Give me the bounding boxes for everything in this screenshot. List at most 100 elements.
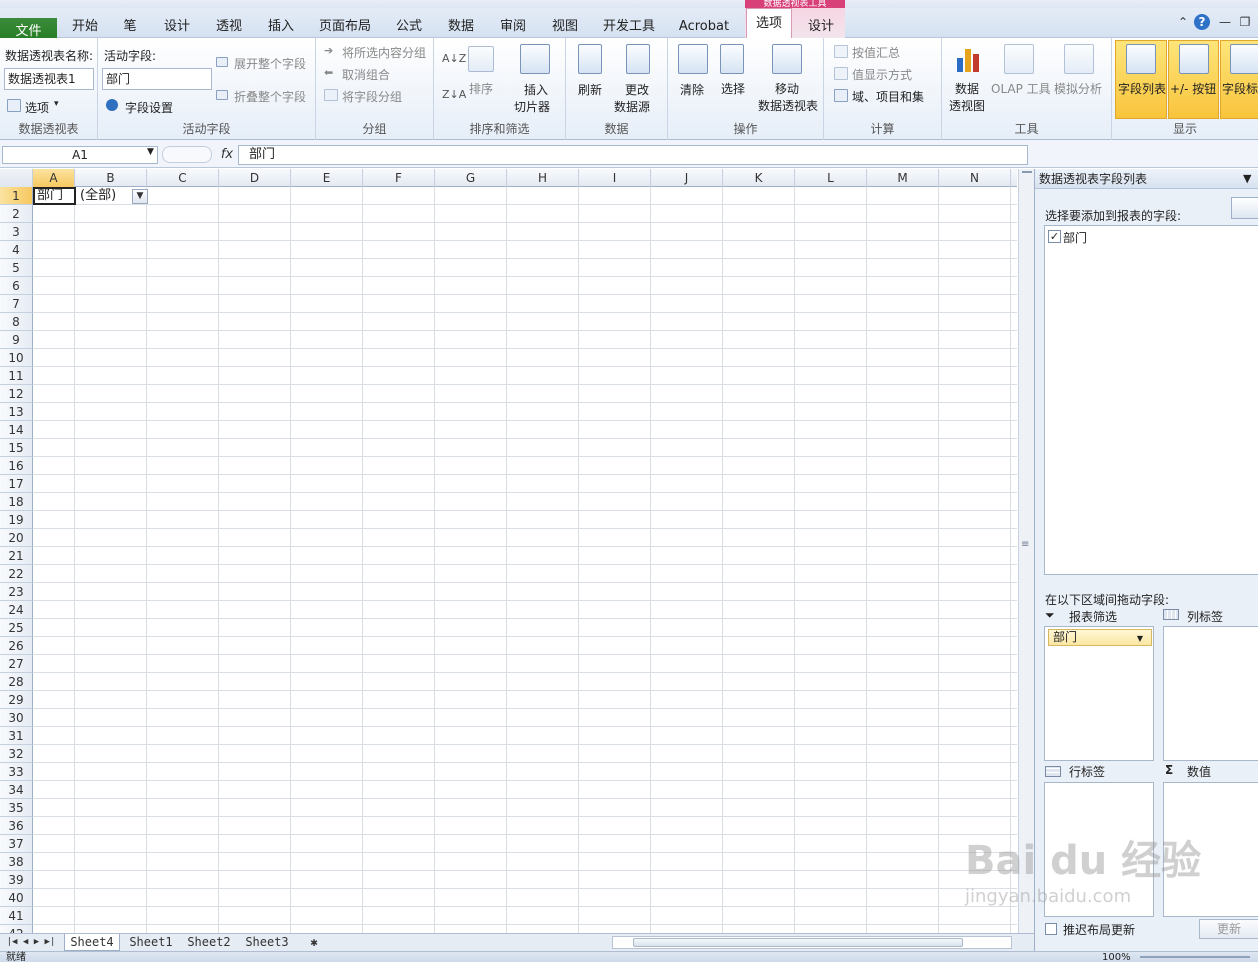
sheet-tab-3[interactable]: Sheet3 <box>240 934 294 951</box>
row-header-10[interactable]: 10 <box>0 349 33 367</box>
tab-design[interactable]: 设计 <box>154 16 200 38</box>
row-header-6[interactable]: 6 <box>0 277 33 295</box>
help-icon[interactable]: ? <box>1194 14 1210 30</box>
row-header-2[interactable]: 2 <box>0 205 33 223</box>
horizontal-scrollbar[interactable] <box>612 936 1012 949</box>
update-button[interactable]: 更新 <box>1199 919 1258 939</box>
options-dropdown-icon[interactable]: ▾ <box>54 99 59 109</box>
row-header-7[interactable]: 7 <box>0 295 33 313</box>
formula-bar-expand-handle[interactable] <box>162 146 212 163</box>
column-header-e[interactable]: E <box>291 169 363 187</box>
pivot-chart-label2[interactable]: 透视图 <box>949 97 985 114</box>
row-header-36[interactable]: 36 <box>0 817 33 835</box>
row-header-22[interactable]: 22 <box>0 565 33 583</box>
active-field-input[interactable]: 部门 <box>102 68 212 90</box>
group-field-button[interactable]: 将字段分组 <box>342 88 402 105</box>
row-header-19[interactable]: 19 <box>0 511 33 529</box>
column-header-j[interactable]: J <box>651 169 723 187</box>
pivot-name-input[interactable]: 数据透视表1 <box>4 68 94 90</box>
row-header-42[interactable]: 42 <box>0 925 33 933</box>
defer-update-checkbox[interactable] <box>1045 923 1057 935</box>
sheet-tab-2[interactable]: Sheet2 <box>182 934 236 951</box>
row-header-14[interactable]: 14 <box>0 421 33 439</box>
row-header-11[interactable]: 11 <box>0 367 33 385</box>
cell-a1[interactable]: 部门 <box>33 187 76 205</box>
row-header-33[interactable]: 33 <box>0 763 33 781</box>
filter-dropdown-icon[interactable]: ▼ <box>132 189 148 204</box>
row-header-28[interactable]: 28 <box>0 673 33 691</box>
vertical-scrollbar[interactable]: ≡ <box>1018 169 1034 933</box>
name-box-dropdown-icon[interactable]: ▼ <box>147 147 154 157</box>
select-all-corner[interactable] <box>0 169 33 187</box>
split-handle[interactable] <box>1022 171 1032 177</box>
window-restore-icon[interactable]: ❐ <box>1236 14 1254 30</box>
column-labels-area[interactable] <box>1163 626 1258 761</box>
whatif-button[interactable]: 模拟分析 <box>1054 80 1102 97</box>
window-minimize-icon[interactable]: — <box>1216 14 1234 30</box>
column-header-a[interactable]: A <box>33 169 75 187</box>
row-header-35[interactable]: 35 <box>0 799 33 817</box>
tab-pivot[interactable]: 透视 <box>206 16 252 38</box>
column-header-k[interactable]: K <box>723 169 795 187</box>
tab-review[interactable]: 审阅 <box>490 16 536 38</box>
tab-developer[interactable]: 开发工具 <box>594 16 664 38</box>
row-header-34[interactable]: 34 <box>0 781 33 799</box>
column-header-h[interactable]: H <box>507 169 579 187</box>
column-header-g[interactable]: G <box>435 169 507 187</box>
change-source-label1[interactable]: 更改 <box>625 81 649 98</box>
field-checkbox-dept[interactable]: ✓ <box>1048 230 1061 243</box>
ribbon-minimize-icon[interactable]: ⌃ <box>1174 14 1192 30</box>
sheet-tab-4[interactable]: Sheet4 <box>64 934 120 951</box>
tab-acrobat[interactable]: Acrobat <box>672 16 736 38</box>
row-header-40[interactable]: 40 <box>0 889 33 907</box>
row-header-18[interactable]: 18 <box>0 493 33 511</box>
move-pivot-label2[interactable]: 数据透视表 <box>758 97 818 114</box>
layout-options-icon[interactable] <box>1231 197 1258 219</box>
sort-desc-icon[interactable]: Z↓A <box>442 88 466 101</box>
row-header-16[interactable]: 16 <box>0 457 33 475</box>
show-values-button[interactable]: 值显示方式 <box>852 66 912 83</box>
collapse-field-button[interactable]: 折叠整个字段 <box>234 88 306 105</box>
ungroup-button[interactable]: 取消组合 <box>342 66 390 83</box>
row-header-12[interactable]: 12 <box>0 385 33 403</box>
row-header-3[interactable]: 3 <box>0 223 33 241</box>
row-labels-area[interactable] <box>1044 782 1154 917</box>
change-source-label2[interactable]: 数据源 <box>614 98 650 115</box>
refresh-button[interactable]: 刷新 <box>578 81 602 98</box>
row-header-30[interactable]: 30 <box>0 709 33 727</box>
tab-insert[interactable]: 插入 <box>258 16 304 38</box>
pivot-chart-label1[interactable]: 数据 <box>955 80 979 97</box>
pane-menu-icon[interactable]: ▼ <box>1243 172 1251 185</box>
fields-items-button[interactable]: 域、项目和集 <box>852 88 924 105</box>
column-header-c[interactable]: C <box>147 169 219 187</box>
row-header-17[interactable]: 17 <box>0 475 33 493</box>
values-area[interactable] <box>1163 782 1258 917</box>
row-header-41[interactable]: 41 <box>0 907 33 925</box>
filter-field-dropdown-icon[interactable]: ▼ <box>1137 631 1143 646</box>
sheet-tab-1[interactable]: Sheet1 <box>124 934 178 951</box>
horizontal-scroll-thumb[interactable] <box>633 938 963 947</box>
tab-data[interactable]: 数据 <box>438 16 484 38</box>
row-header-5[interactable]: 5 <box>0 259 33 277</box>
row-header-29[interactable]: 29 <box>0 691 33 709</box>
tab-formulas[interactable]: 公式 <box>386 16 432 38</box>
plus-minus-button[interactable]: +/- 按钮 <box>1170 80 1216 97</box>
row-header-32[interactable]: 32 <box>0 745 33 763</box>
column-header-n[interactable]: N <box>939 169 1011 187</box>
insert-function-icon[interactable]: fx <box>216 146 238 164</box>
formula-input[interactable]: 部门 <box>238 145 1028 165</box>
column-header-b[interactable]: B <box>75 169 147 187</box>
row-header-26[interactable]: 26 <box>0 637 33 655</box>
row-header-25[interactable]: 25 <box>0 619 33 637</box>
tab-pen[interactable]: 笔 <box>112 16 148 38</box>
row-header-24[interactable]: 24 <box>0 601 33 619</box>
column-header-i[interactable]: I <box>579 169 651 187</box>
olap-button[interactable]: OLAP 工具 <box>991 80 1051 97</box>
filter-field-dept[interactable]: 部门 ▼ <box>1048 629 1152 646</box>
row-header-37[interactable]: 37 <box>0 835 33 853</box>
insert-slicer-label1[interactable]: 插入 <box>524 81 548 98</box>
clear-button[interactable]: 清除 <box>680 81 704 98</box>
tab-options[interactable]: 选项 <box>746 8 792 38</box>
tab-page-layout[interactable]: 页面布局 <box>310 16 380 38</box>
insert-slicer-label2[interactable]: 切片器 <box>514 98 550 115</box>
